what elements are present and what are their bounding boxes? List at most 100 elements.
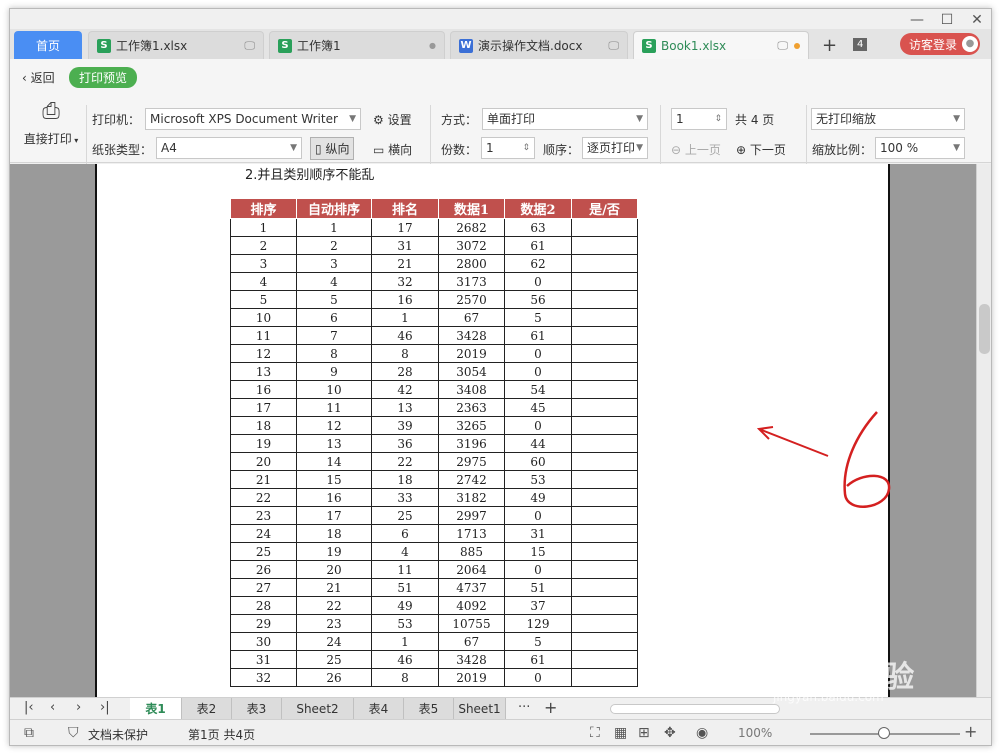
sheet-tab-3[interactable]: 表3 xyxy=(232,698,282,720)
table-cell: 3428 xyxy=(438,650,505,669)
table-cell: 61 xyxy=(504,326,572,345)
table-cell: 18 xyxy=(371,470,439,489)
visitor-login-button[interactable]: 访客登录 ● xyxy=(900,33,980,55)
sheet-tab-5[interactable]: 表5 xyxy=(404,698,454,720)
table-cell: 1 xyxy=(296,218,372,237)
fullscreen-icon[interactable]: ⛶ xyxy=(590,725,600,741)
close-button[interactable]: ✕ xyxy=(969,11,985,29)
scrollbar-thumb[interactable] xyxy=(979,304,990,354)
print-mode-select[interactable]: 单面打印 ▼ xyxy=(482,108,648,130)
add-sheet-plus-icon[interactable]: + xyxy=(544,698,557,717)
paper-type-select[interactable]: A4 ▼ xyxy=(156,137,302,159)
table-cell xyxy=(571,542,638,561)
prev-page-label: 上一页 xyxy=(684,143,721,157)
zoom-slider-knob[interactable] xyxy=(878,727,890,739)
tab-label: Book1.xlsx xyxy=(661,38,727,53)
portrait-button[interactable]: ▯ 纵向 xyxy=(310,137,355,160)
table-row: 28 22 49 4092 37 xyxy=(230,596,638,615)
table-row: 26 20 11 2064 0 xyxy=(230,560,638,579)
minimize-button[interactable]: — xyxy=(909,11,925,29)
page-note: 2.并且类别顺序不能乱 xyxy=(245,168,375,183)
scale-ratio-select[interactable]: 100 % ▼ xyxy=(875,137,965,159)
table-cell: 10 xyxy=(296,380,372,399)
table-cell: 33 xyxy=(371,488,439,507)
layout-icon[interactable]: ⧉ xyxy=(24,725,34,741)
sheet-tab-1[interactable]: 表1 xyxy=(130,698,182,720)
table-cell: 31 xyxy=(504,524,572,543)
page-info: 第1页 共4页 xyxy=(188,728,256,742)
red-arrow-shaft xyxy=(758,428,829,457)
chevron-left-icon: ‹ xyxy=(22,71,31,85)
reading-mode-icon[interactable]: ✥ xyxy=(664,725,676,741)
table-cell: 26 xyxy=(230,560,297,579)
table-cell: 2019 xyxy=(438,344,505,363)
landscape-button[interactable]: ▭ 横向 xyxy=(373,141,412,158)
table-cell: 25 xyxy=(371,506,439,525)
table-cell: 27 xyxy=(230,578,297,597)
tab-workbook1-xlsx[interactable]: S 工作簿1.xlsx 🖵 xyxy=(88,31,264,59)
arrow-left-circle-icon: ⊖ xyxy=(671,143,682,157)
column-header: 数据1 xyxy=(438,198,505,219)
table-cell: 13 xyxy=(371,398,439,417)
table-cell: 28 xyxy=(230,596,297,615)
first-sheet-icon[interactable]: |‹ xyxy=(24,700,34,715)
print-scaling-select[interactable]: 无打印缩放 ▼ xyxy=(811,108,965,130)
table-cell: 32 xyxy=(371,272,439,291)
sheet-tab-sheet1[interactable]: Sheet1 xyxy=(454,698,506,720)
sheet-tab-4[interactable]: 表4 xyxy=(354,698,404,720)
more-sheets-icon[interactable]: ··· xyxy=(518,700,530,715)
tab-home[interactable]: 首页 xyxy=(14,31,82,59)
print-order-select[interactable]: 逐页打印 ▼ xyxy=(582,137,648,159)
column-header: 自动排序 xyxy=(296,198,372,219)
table-cell: 22 xyxy=(371,452,439,471)
table-cell: 3054 xyxy=(438,362,505,381)
page-number-stepper[interactable]: 1 ⇕ xyxy=(671,108,727,130)
table-cell: 30 xyxy=(230,632,297,651)
table-cell: 3 xyxy=(296,254,372,273)
table-cell: 49 xyxy=(371,596,439,615)
sheet-tab-2[interactable]: 表2 xyxy=(182,698,232,720)
table-row: 22 16 33 3182 49 xyxy=(230,488,638,507)
prev-sheet-icon[interactable]: ‹ xyxy=(50,700,55,715)
settings-button[interactable]: ⚙ 设置 xyxy=(373,111,412,128)
tab-workbook1[interactable]: S 工作簿1 ● xyxy=(269,31,445,59)
table-cell: 2019 xyxy=(438,668,505,687)
table-row: 25 19 4 885 15 xyxy=(230,542,638,561)
table-cell: 3072 xyxy=(438,236,505,255)
table-cell: 25 xyxy=(296,650,372,669)
eye-protection-icon[interactable]: ◉ xyxy=(696,725,708,741)
horizontal-scrollbar[interactable] xyxy=(610,704,780,714)
direct-print-label: 直接打印 xyxy=(23,132,72,146)
table-cell xyxy=(571,380,638,399)
page-break-view-icon[interactable]: ⊞ xyxy=(638,725,650,741)
next-page-button[interactable]: ⊕ 下一页 xyxy=(736,141,786,158)
print-preview-badge: 打印预览 xyxy=(69,67,138,88)
table-cell: 3196 xyxy=(438,434,505,453)
maximize-button[interactable]: ☐ xyxy=(939,11,955,29)
prev-page-button[interactable]: ⊖ 上一页 xyxy=(671,141,721,158)
next-sheet-icon[interactable]: › xyxy=(76,700,81,715)
table-cell: 1 xyxy=(230,218,297,237)
table-cell: 61 xyxy=(504,650,572,669)
vertical-scrollbar[interactable] xyxy=(976,164,991,697)
table-cell: 2 xyxy=(230,236,297,255)
normal-view-icon[interactable]: ▦ xyxy=(614,725,627,741)
tab-count-badge[interactable]: 4 xyxy=(853,38,868,51)
tab-demo-docx[interactable]: W 演示操作文档.docx 🖵 xyxy=(450,31,628,59)
direct-print-button[interactable]: ⎙ 直接打印 ▾ xyxy=(20,99,82,147)
zoom-in-plus-icon[interactable]: + xyxy=(964,722,977,741)
table-cell xyxy=(571,560,638,579)
copies-stepper[interactable]: 1 ⇕ xyxy=(481,137,535,159)
total-pages-label: 共 4 页 xyxy=(735,113,775,127)
table-row: 13 9 28 3054 0 xyxy=(230,362,638,381)
new-tab-plus-icon[interactable]: + xyxy=(822,35,837,56)
printer-select[interactable]: Microsoft XPS Document Writer ▼ xyxy=(145,108,361,130)
column-header: 数据2 xyxy=(504,198,572,219)
tab-book1-xlsx[interactable]: S Book1.xlsx 🖵 xyxy=(633,31,809,59)
last-sheet-icon[interactable]: ›| xyxy=(100,700,110,715)
protection-status[interactable]: 文档未保护 xyxy=(88,726,148,743)
table-cell: 1713 xyxy=(438,524,505,543)
back-button[interactable]: ‹ 返回 xyxy=(22,69,55,86)
app-window: — ☐ ✕ 首页 S 工作簿1.xlsx 🖵 S 工作簿1 ● W 演示操作文档… xyxy=(9,8,992,746)
sheet-tab-sheet2[interactable]: Sheet2 xyxy=(282,698,354,720)
